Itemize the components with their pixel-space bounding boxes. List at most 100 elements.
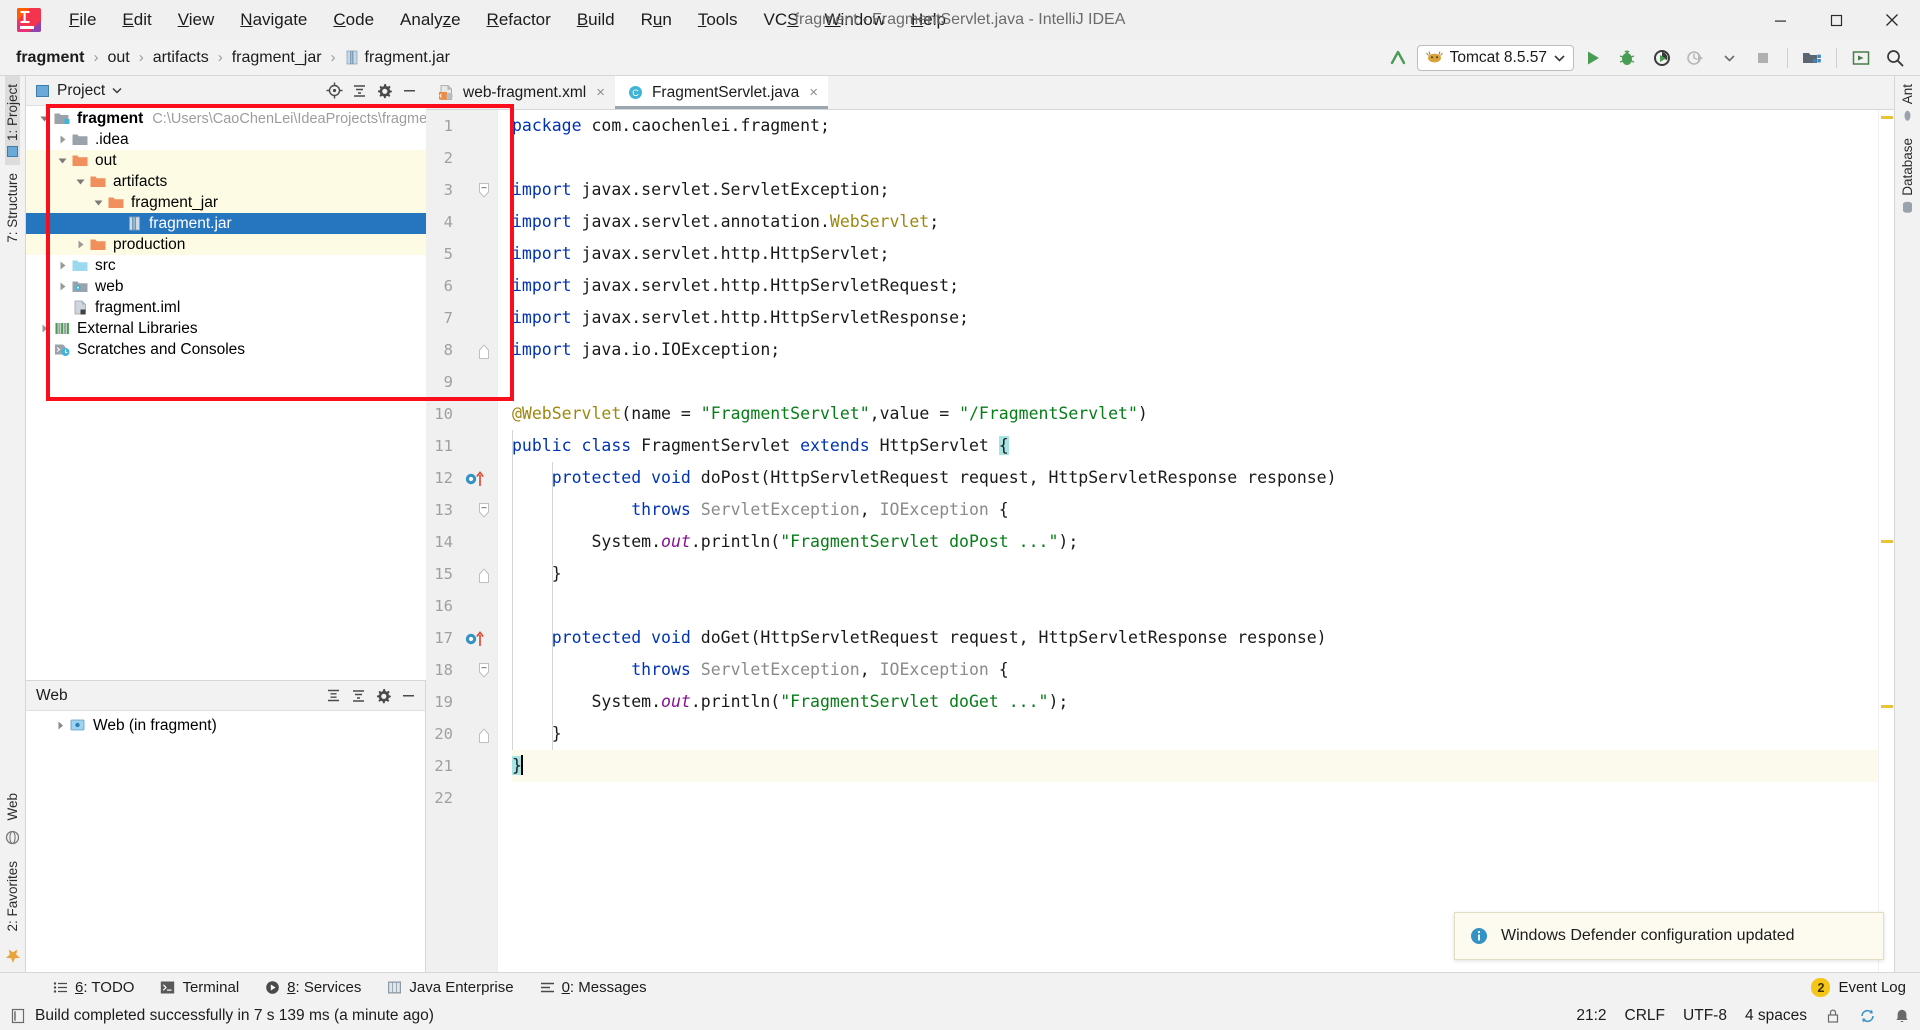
chevron-right-icon[interactable] (38, 322, 51, 335)
menu-navigate[interactable]: Navigate (227, 6, 320, 34)
code-line[interactable]: import javax.servlet.ServletException; (512, 174, 1878, 206)
close-button[interactable] (1864, 0, 1920, 40)
run-button[interactable] (1578, 44, 1608, 72)
code-line[interactable]: import javax.servlet.annotation.WebServl… (512, 206, 1878, 238)
chevron-right-icon[interactable] (56, 280, 69, 293)
hide-icon[interactable] (397, 685, 419, 707)
collapse-all-icon[interactable] (347, 685, 369, 707)
line-separator[interactable]: CRLF (1625, 1007, 1665, 1025)
bottom-tool-services[interactable]: 8: Services (252, 976, 374, 999)
project-structure-button[interactable] (1797, 44, 1827, 72)
strip-item-ant[interactable]: Ant (1900, 76, 1915, 130)
code-line[interactable]: } (512, 750, 1878, 782)
strip-icon-globe[interactable] (5, 828, 20, 853)
menu-edit[interactable]: Edit (109, 6, 164, 34)
code-line[interactable]: protected void doPost(HttpServletRequest… (512, 462, 1878, 494)
indent-setting[interactable]: 4 spaces (1745, 1007, 1807, 1025)
tree-node-web-facet[interactable]: Web (in fragment) (26, 715, 425, 736)
tree-node-artifacts[interactable]: artifacts (26, 171, 426, 192)
gear-icon[interactable] (372, 685, 394, 707)
bell-icon[interactable] (1894, 1008, 1910, 1024)
chevron-right-icon[interactable] (56, 259, 69, 272)
breadcrumb-item-3[interactable]: fragment_jar (230, 48, 324, 68)
code-line[interactable] (512, 366, 1878, 398)
tree-node-fragment-iml[interactable]: fragment.iml (26, 297, 426, 318)
tab-close-icon[interactable]: × (596, 84, 605, 101)
menu-build[interactable]: Build (564, 6, 628, 34)
star-icon[interactable] (5, 940, 21, 972)
code-line[interactable]: import javax.servlet.http.HttpServletRes… (512, 302, 1878, 334)
chevron-right-icon[interactable] (56, 133, 69, 146)
caret-position[interactable]: 21:2 (1576, 1007, 1606, 1025)
override-icon[interactable] (464, 470, 490, 488)
error-stripe-marker-bar[interactable] (1878, 110, 1894, 972)
strip-item-favorites[interactable]: 2: Favorites (5, 853, 20, 940)
tree-node-external-libraries[interactable]: External Libraries (26, 318, 426, 339)
menu-code[interactable]: Code (320, 6, 387, 34)
tree-node-src[interactable]: src (26, 255, 426, 276)
gear-icon[interactable] (373, 80, 395, 102)
code-line[interactable]: System.out.println("FragmentServlet doPo… (512, 526, 1878, 558)
code-line[interactable]: import java.io.IOException; (512, 334, 1878, 366)
profile-dropdown-icon[interactable] (1714, 44, 1744, 72)
debug-button[interactable] (1612, 44, 1642, 72)
code-line[interactable]: protected void doGet(HttpServletRequest … (512, 622, 1878, 654)
menu-tools[interactable]: Tools (685, 6, 751, 34)
code-content[interactable]: package com.caochenlei.fragment; import j… (498, 110, 1878, 972)
menu-bar[interactable]: FFileile Edit View Navigate Code Analyze… (56, 6, 959, 34)
menu-refactor[interactable]: Refactor (474, 6, 564, 34)
search-everywhere-icon[interactable] (1880, 44, 1910, 72)
sync-icon[interactable] (1859, 1008, 1876, 1024)
collapse-all-icon[interactable] (348, 80, 370, 102)
chevron-down-icon[interactable] (1554, 54, 1565, 62)
run-configuration-selector[interactable]: Tomcat 8.5.57 (1416, 44, 1574, 71)
file-encoding[interactable]: UTF-8 (1683, 1007, 1727, 1025)
code-line[interactable]: throws ServletException, IOException { (512, 494, 1878, 526)
menu-analyze[interactable]: Analyze (387, 6, 474, 34)
code-line[interactable]: package com.caochenlei.fragment; (512, 110, 1878, 142)
bottom-tool-terminal[interactable]: Terminal (147, 976, 252, 999)
code-line[interactable]: @WebServlet(name = "FragmentServlet",val… (512, 398, 1878, 430)
tab-close-icon[interactable]: × (809, 84, 818, 101)
bottom-tool-messages[interactable]: 0: Messages (527, 976, 660, 999)
code-line[interactable] (512, 782, 1878, 814)
chevron-right-icon[interactable] (54, 719, 67, 732)
layout-button[interactable] (1846, 44, 1876, 72)
update-running-application-icon[interactable] (1383, 44, 1413, 72)
tab-web-fragment-xml[interactable]: web-fragment.xml × (426, 76, 615, 109)
tree-node-fragment-jar[interactable]: fragment_jar (26, 192, 426, 213)
breadcrumb-item-2[interactable]: artifacts (151, 48, 211, 68)
menu-help[interactable]: Help (898, 6, 959, 34)
tree-node-web[interactable]: web (26, 276, 426, 297)
fold-end-icon[interactable] (477, 726, 493, 744)
breadcrumb-item-0[interactable]: fragment (14, 48, 86, 68)
override-icon[interactable] (464, 630, 490, 648)
expand-all-icon[interactable] (322, 685, 344, 707)
menu-view[interactable]: View (165, 6, 228, 34)
fold-end-icon[interactable] (477, 566, 493, 584)
code-line[interactable]: import javax.servlet.http.HttpServletReq… (512, 270, 1878, 302)
strip-item-structure[interactable]: 7: Structure (5, 165, 20, 251)
code-line[interactable]: } (512, 558, 1878, 590)
strip-item-web[interactable]: Web (5, 785, 20, 829)
code-line[interactable] (512, 142, 1878, 174)
chevron-down-icon[interactable] (92, 196, 105, 209)
chevron-down-icon[interactable] (112, 87, 122, 94)
tree-node-fragment-jar[interactable]: fragment.jar (26, 213, 426, 234)
run-with-coverage-button[interactable] (1646, 44, 1676, 72)
breadcrumb[interactable]: fragment › out › artifacts › fragment_ja… (14, 48, 452, 68)
tree-node-out[interactable]: out (26, 150, 426, 171)
fold-start-icon[interactable] (477, 182, 493, 200)
bottom-tool-todo[interactable]: 6: TODO (40, 976, 147, 999)
maximize-button[interactable] (1808, 0, 1864, 40)
menu-vcs[interactable]: VCS (751, 6, 812, 34)
code-line[interactable]: import javax.servlet.http.HttpServlet; (512, 238, 1878, 270)
code-line[interactable]: public class FragmentServlet extends Htt… (512, 430, 1878, 462)
project-tree[interactable]: fragment C:\Users\CaoChenLei\IdeaProjects… (26, 106, 426, 680)
editor-tabs[interactable]: web-fragment.xml × C FragmentServlet.jav… (426, 76, 1894, 110)
code-line[interactable]: throws ServletException, IOException { (512, 654, 1878, 686)
breadcrumb-item-4[interactable]: fragment.jar (343, 48, 452, 68)
tree-node--idea[interactable]: .idea (26, 129, 426, 150)
tab-fragmentservlet-java[interactable]: C FragmentServlet.java × (614, 76, 829, 109)
strip-item-project[interactable]: 1: Project (5, 76, 20, 166)
